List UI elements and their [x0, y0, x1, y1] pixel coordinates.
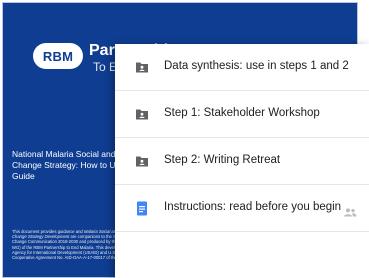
shared-folder-icon: [135, 154, 149, 173]
drive-file-list: Data synthesis: use in steps 1 and 2 Ste…: [115, 44, 369, 278]
rbm-logo-mark: RBM: [33, 43, 83, 69]
file-row-label: Instructions: read before you begin: [164, 201, 342, 213]
file-row-label: Step 2: Writing Retreat: [164, 154, 281, 166]
file-row-label: Step 1: Stakeholder Workshop: [164, 107, 320, 119]
shared-people-icon: [343, 204, 357, 222]
shared-folder-icon: [135, 107, 149, 126]
google-doc-icon: [135, 201, 149, 222]
file-row-label: Data synthesis: use in steps 1 and 2: [164, 60, 349, 72]
shared-folder-icon: [135, 60, 149, 79]
file-row-instructions[interactable]: Instructions: read before you begin: [115, 185, 369, 232]
file-row-step-1[interactable]: Step 1: Stakeholder Workshop: [115, 91, 369, 138]
file-row-data-synthesis[interactable]: Data synthesis: use in steps 1 and 2: [115, 44, 369, 91]
file-row-step-2[interactable]: Step 2: Writing Retreat: [115, 138, 369, 185]
